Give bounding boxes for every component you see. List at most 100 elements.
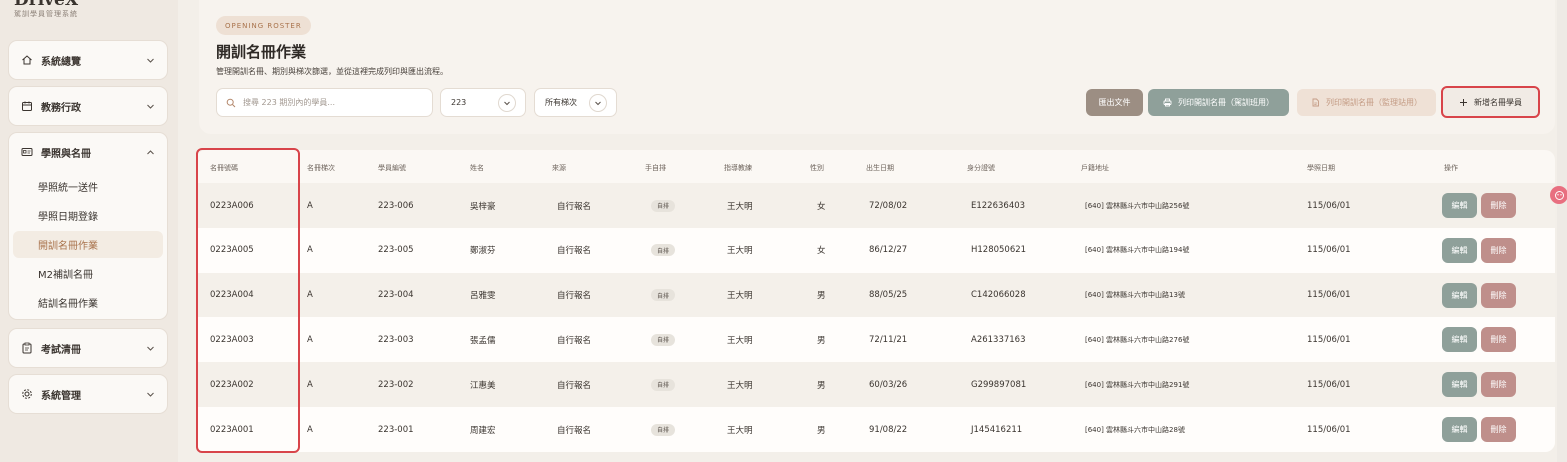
scrollbar[interactable]: [1557, 0, 1567, 462]
nav-head-academic[interactable]: 教務行政: [9, 87, 167, 125]
nav-head-exam-list[interactable]: 考試清冊: [9, 329, 167, 367]
search-input[interactable]: [243, 98, 423, 107]
nav-label: 教務行政: [41, 102, 81, 114]
cell-id-no: H128050621: [971, 245, 1027, 256]
batch-select-value: 所有梯次: [545, 98, 577, 107]
transmission-badge: 自排: [651, 333, 676, 346]
cell-id-no: A261337163: [971, 334, 1026, 345]
roster-table: 名冊號碼 名冊梯次 學員編號 姓名 來源 手自排 指導教練 性別 出生日期 身分證號 戶籍地址 學照日…: [196, 150, 1555, 452]
cell-name: 周建宏: [470, 425, 496, 436]
table-row[interactable]: 0223A004 A 223-004 呂雅雯 自行報名 自排 王大明 男 88/05/25 C14…: [196, 272, 1555, 318]
th-source: 來源: [552, 164, 566, 172]
table-row[interactable]: 0223A003 A 223-003 張孟儒 自行報名 自排 王大明 男 72/11/21 A26…: [196, 317, 1555, 363]
cell-coach: 王大明: [727, 425, 753, 436]
cell-source: 自行報名: [557, 335, 592, 346]
th-address: 戶籍地址: [1081, 164, 1109, 172]
transmission-badge: 自排: [651, 423, 676, 436]
table-row[interactable]: 0223A005 A 223-005 鄭淑芬 自行報名 自排 王大明 女 86/12/27 H12…: [196, 227, 1555, 273]
add-roster-student-button[interactable]: 新增名冊學員: [1441, 86, 1540, 118]
header-card: OPENING ROSTER 開訓名冊作業 管理開訓名冊、期別與梯次篩選，並從這…: [199, 0, 1555, 134]
floating-assistant-button[interactable]: [1550, 186, 1567, 204]
cell-transmission: 自排: [651, 317, 676, 362]
plus-icon: [1460, 98, 1467, 106]
delete-button[interactable]: 刪除: [1481, 417, 1516, 442]
cell-coach: 王大明: [727, 380, 753, 391]
print-class-roster-button[interactable]: 列印開訓名冊（駕訓班用）: [1148, 89, 1289, 116]
table-row[interactable]: 0223A001 A 223-001 周建宏 自行報名 自排 王大明 男 91/08/22 J14…: [196, 407, 1555, 452]
cell-source: 自行報名: [557, 246, 592, 257]
edit-button[interactable]: 編輯: [1442, 372, 1477, 398]
delete-button[interactable]: 刪除: [1481, 237, 1516, 263]
table-row[interactable]: 0223A002 A 223-002 江惠美 自行報名 自排 王大明 男 60/03/26 G29…: [196, 362, 1555, 408]
nav-label: 系統總覽: [41, 56, 81, 68]
calendar-icon: [21, 100, 33, 112]
cell-license-date: 115/06/01: [1307, 290, 1351, 301]
clipboard-icon: [21, 342, 33, 354]
nav-head-system-admin[interactable]: 系統管理: [9, 375, 167, 413]
search-icon: [226, 98, 236, 108]
edit-button[interactable]: 編輯: [1442, 417, 1477, 442]
id-card-icon: [21, 146, 33, 158]
export-button-label: 匯出文件: [1098, 98, 1131, 107]
edit-button[interactable]: 編輯: [1442, 193, 1477, 218]
table-row[interactable]: 0223A006 A 223-006 吳梓豪 自行報名 自排 王大明 女 72/08/02 E12…: [196, 183, 1555, 228]
sidebar-item-m2-roster[interactable]: M2補訓名冊: [13, 260, 163, 287]
cell-transmission: 自排: [651, 407, 676, 452]
cell-coach: 王大明: [727, 335, 753, 346]
sidebar-item-license-submission[interactable]: 學照統一送件: [13, 173, 163, 200]
home-icon: [21, 54, 33, 66]
add-roster-student-label: 新增名冊學員: [1474, 97, 1522, 107]
cell-gender: 女: [817, 201, 826, 212]
th-name: 姓名: [470, 164, 484, 172]
cell-license-date: 115/06/01: [1307, 334, 1351, 345]
cell-roster-no: 0223A003: [210, 334, 254, 345]
edit-button[interactable]: 編輯: [1442, 327, 1477, 353]
eyebrow-pill: OPENING ROSTER: [216, 16, 311, 35]
sidebar-item-closing-roster[interactable]: 結訓名冊作業: [13, 289, 163, 316]
cell-student-no: 223-005: [378, 245, 414, 256]
edit-button[interactable]: 編輯: [1442, 282, 1477, 308]
nav-head-overview[interactable]: 系統總覽: [9, 41, 167, 79]
th-gender: 性別: [810, 164, 824, 172]
nav-section-exam-list: 考試清冊: [8, 328, 168, 368]
print-supervision-roster-button[interactable]: 列印開訓名冊（監理站用）: [1297, 89, 1436, 116]
cell-coach: 王大明: [727, 291, 753, 302]
cell-birth: 88/05/25: [869, 290, 908, 301]
delete-button[interactable]: 刪除: [1481, 193, 1516, 218]
delete-button[interactable]: 刪除: [1481, 282, 1516, 308]
cell-id-no: C142066028: [971, 290, 1026, 301]
sidebar-item-license-date[interactable]: 學照日期登錄: [13, 202, 163, 229]
cell-roster-no: 0223A002: [210, 379, 254, 390]
cell-name: 吳梓豪: [470, 201, 496, 212]
delete-button[interactable]: 刪除: [1481, 372, 1516, 398]
cell-coach: 王大明: [727, 246, 753, 257]
th-student-no: 學員編號: [378, 164, 406, 172]
th-transmission: 手自排: [645, 164, 666, 172]
cell-address: [640] 雲林縣斗六市中山路28號: [1085, 425, 1185, 434]
cell-gender: 男: [817, 380, 826, 391]
transmission-badge: 自排: [651, 378, 676, 391]
cell-gender: 男: [817, 335, 826, 346]
chevron-down-icon: [498, 94, 516, 112]
delete-button[interactable]: 刪除: [1481, 327, 1516, 353]
cell-birth: 91/08/22: [869, 424, 908, 435]
cell-name: 呂雅雯: [470, 291, 496, 302]
cell-address: [640] 雲林縣斗六市中山路256號: [1085, 201, 1190, 210]
cell-batch: A: [307, 290, 313, 301]
cell-transmission: 自排: [651, 273, 676, 318]
nav-label: 考試清冊: [41, 344, 81, 356]
cell-address: [640] 雲林縣斗六市中山路276號: [1085, 335, 1190, 344]
period-select[interactable]: 223: [440, 88, 526, 117]
export-button[interactable]: 匯出文件: [1086, 89, 1143, 116]
sidebar-item-opening-roster[interactable]: 開訓名冊作業: [13, 231, 163, 258]
cell-gender: 男: [817, 425, 826, 436]
print-class-roster-label: 列印開訓名冊（駕訓班用）: [1178, 98, 1274, 107]
table-header: 名冊號碼 名冊梯次 學員編號 姓名 來源 手自排 指導教練 性別 出生日期 身分證號 戶籍地址 學照日…: [196, 150, 1555, 183]
batch-select[interactable]: 所有梯次: [534, 88, 617, 117]
cell-birth: 72/11/21: [869, 334, 908, 345]
nav-head-license-roster[interactable]: 學照與名冊: [9, 133, 167, 171]
cell-gender: 男: [817, 291, 826, 302]
cell-birth: 60/03/26: [869, 379, 908, 390]
edit-button[interactable]: 編輯: [1442, 237, 1477, 263]
th-id-no: 身分證號: [967, 164, 995, 172]
